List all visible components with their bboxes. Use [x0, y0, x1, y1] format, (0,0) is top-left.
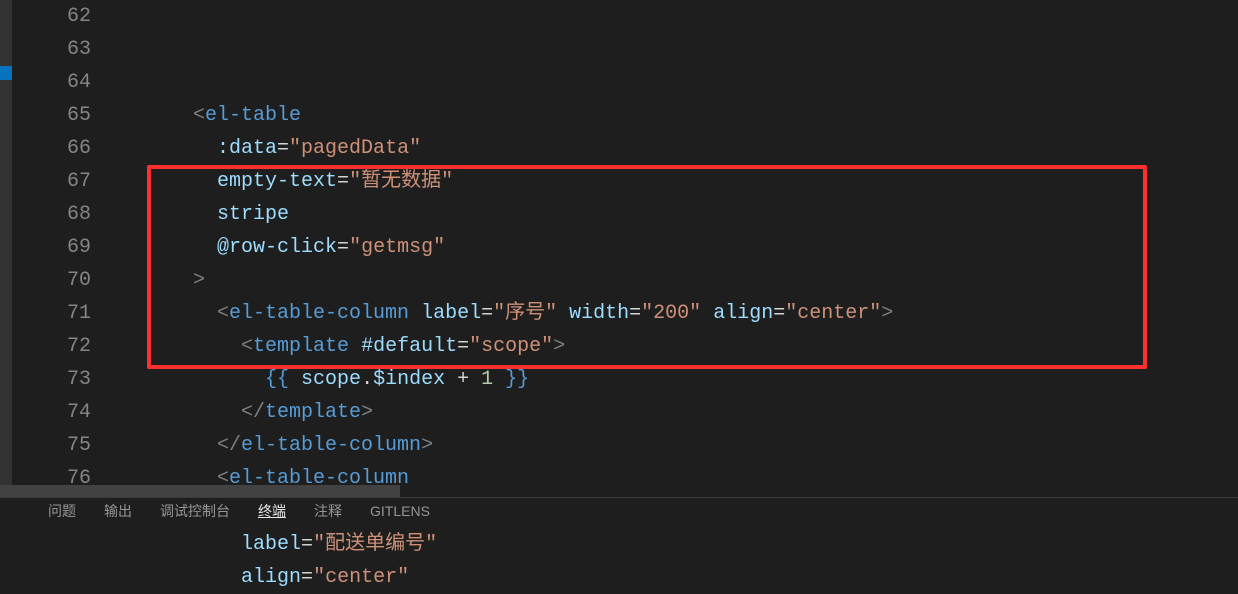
code-line[interactable]: {{ scope.$index + 1 }} — [121, 363, 1238, 396]
line-number: 68 — [12, 198, 91, 231]
code-line[interactable]: @row-click="getmsg" — [121, 231, 1238, 264]
code-line[interactable]: stripe — [121, 198, 1238, 231]
code-line[interactable]: align="center" — [121, 561, 1238, 594]
line-number: 75 — [12, 429, 91, 462]
line-number: 72 — [12, 330, 91, 363]
code-line[interactable]: empty-text="暂无数据" — [121, 165, 1238, 198]
line-number: 62 — [12, 0, 91, 33]
code-line[interactable]: label="配送单编号" — [121, 528, 1238, 561]
code-area[interactable]: <el-table :data="pagedData" empty-text="… — [117, 0, 1238, 525]
line-number: 70 — [12, 264, 91, 297]
line-number: 64 — [12, 66, 91, 99]
code-line[interactable]: </el-table-column> — [121, 429, 1238, 462]
editor-rail — [0, 0, 12, 525]
line-number: 66 — [12, 132, 91, 165]
code-line[interactable]: > — [121, 264, 1238, 297]
code-line[interactable]: <el-table-column label="序号" width="200" … — [121, 297, 1238, 330]
panel-tab[interactable]: 终端 — [258, 495, 286, 528]
line-number: 63 — [12, 33, 91, 66]
panel-tab[interactable]: 问题 — [48, 495, 76, 528]
line-number: 69 — [12, 231, 91, 264]
modified-marker — [0, 66, 12, 80]
bottom-panel-tabs[interactable]: 问题输出调试控制台终端注释 GITLENS — [0, 497, 1238, 525]
code-editor[interactable]: 626364656667686970717273747576 <el-table… — [0, 0, 1238, 525]
panel-tab[interactable]: GITLENS — [370, 495, 430, 528]
code-line[interactable]: </template> — [121, 396, 1238, 429]
line-number: 73 — [12, 363, 91, 396]
line-number: 71 — [12, 297, 91, 330]
panel-tab[interactable]: 调试控制台 — [160, 495, 230, 528]
code-line[interactable]: <el-table — [121, 99, 1238, 132]
line-number: 67 — [12, 165, 91, 198]
line-number: 65 — [12, 99, 91, 132]
panel-tab[interactable]: 输出 — [104, 495, 132, 528]
code-line[interactable]: :data="pagedData" — [121, 132, 1238, 165]
line-number: 74 — [12, 396, 91, 429]
line-number-gutter: 626364656667686970717273747576 — [12, 0, 117, 525]
code-line[interactable]: <template #default="scope"> — [121, 330, 1238, 363]
panel-tab[interactable]: 注释 — [314, 495, 342, 528]
